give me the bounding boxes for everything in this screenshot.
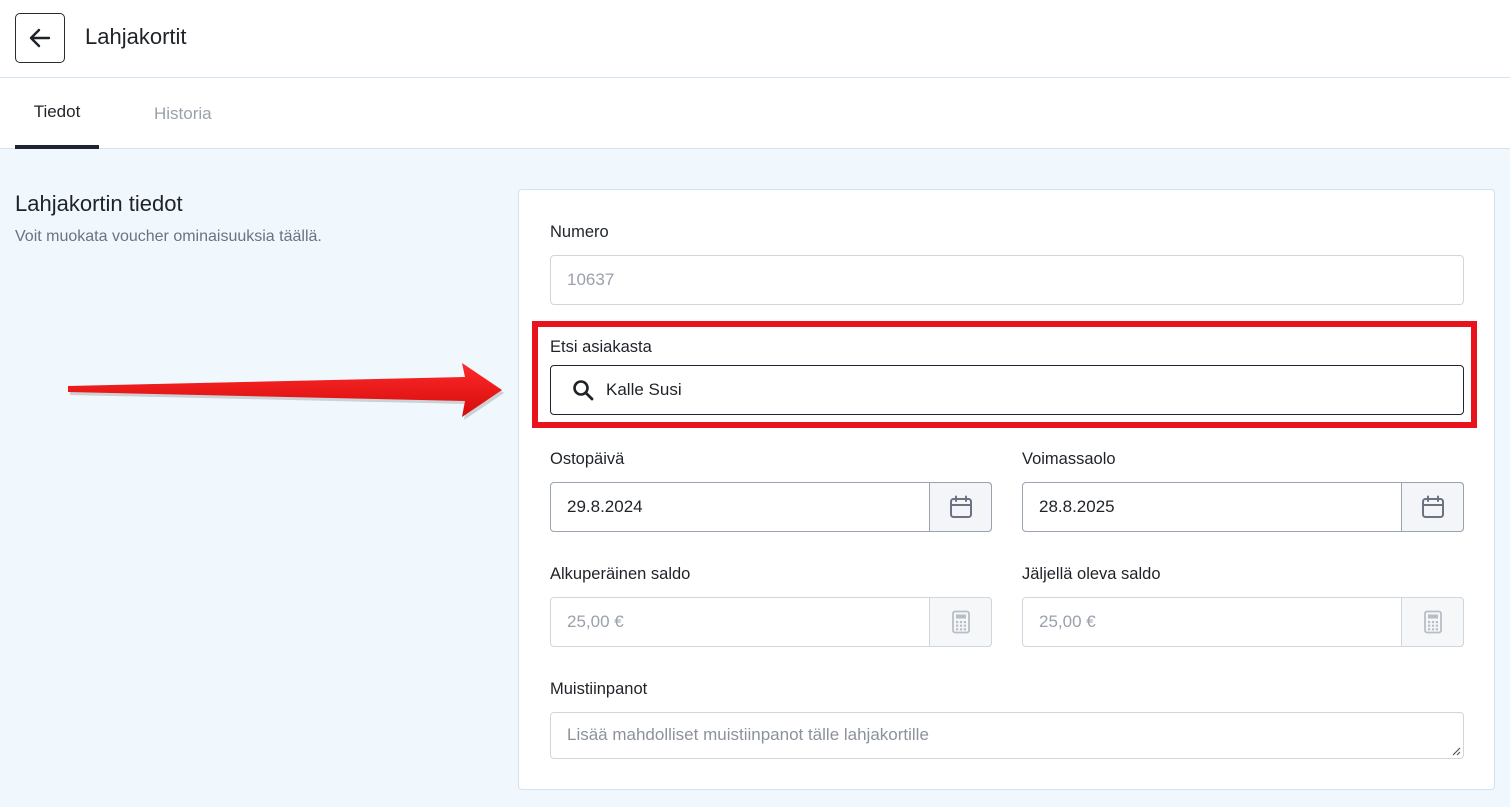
highlight-box: [532, 321, 1477, 428]
number-label: Numero: [550, 223, 609, 241]
tab-historia[interactable]: Historia: [154, 78, 212, 149]
purchase-date-input[interactable]: 29.8.2024: [550, 482, 992, 532]
remaining-balance-addon: [1401, 597, 1464, 647]
tab-bar: Tiedot Historia: [0, 78, 1510, 149]
page-title: Lahjakortit: [85, 24, 187, 49]
resize-grip-icon[interactable]: [1449, 744, 1461, 756]
valid-until-label: Voimassaolo: [1022, 450, 1116, 468]
number-value: 10637: [567, 270, 615, 289]
purchase-date-value: 29.8.2024: [567, 497, 643, 516]
calendar-icon: [1421, 495, 1444, 518]
remaining-balance-value: 25,00 €: [1039, 612, 1096, 631]
valid-until-input[interactable]: 28.8.2025: [1022, 482, 1464, 532]
annotation-arrow-icon: [68, 363, 504, 420]
remaining-balance-label: Jäljellä oleva saldo: [1022, 565, 1161, 583]
purchase-date-label: Ostopäivä: [550, 450, 625, 468]
original-balance-field: 25,00 €: [550, 597, 992, 647]
calendar-icon: [949, 495, 972, 518]
original-balance-value: 25,00 €: [567, 612, 624, 631]
back-button[interactable]: [15, 13, 65, 63]
original-balance-addon: [929, 597, 992, 647]
tab-tiedot[interactable]: Tiedot: [15, 78, 99, 149]
notes-textarea[interactable]: Lisää mahdolliset muistiinpanot tälle la…: [550, 712, 1464, 759]
arrow-left-icon: [29, 28, 51, 48]
number-field: 10637: [550, 255, 1464, 305]
purchase-date-picker-button[interactable]: [929, 482, 992, 532]
valid-until-picker-button[interactable]: [1401, 482, 1464, 532]
section-description: Voit muokata voucher ominaisuuksia tääll…: [15, 228, 322, 245]
top-bar: Lahjakortit: [0, 0, 1510, 78]
valid-until-value: 28.8.2025: [1039, 497, 1115, 516]
notes-label: Muistiinpanot: [550, 680, 648, 698]
original-balance-label: Alkuperäinen saldo: [550, 565, 691, 583]
calculator-icon: [1423, 610, 1442, 634]
notes-placeholder: Lisää mahdolliset muistiinpanot tälle la…: [567, 725, 929, 744]
calculator-icon: [951, 610, 970, 634]
section-title: Lahjakortin tiedot: [15, 191, 183, 216]
remaining-balance-field: 25,00 €: [1022, 597, 1464, 647]
